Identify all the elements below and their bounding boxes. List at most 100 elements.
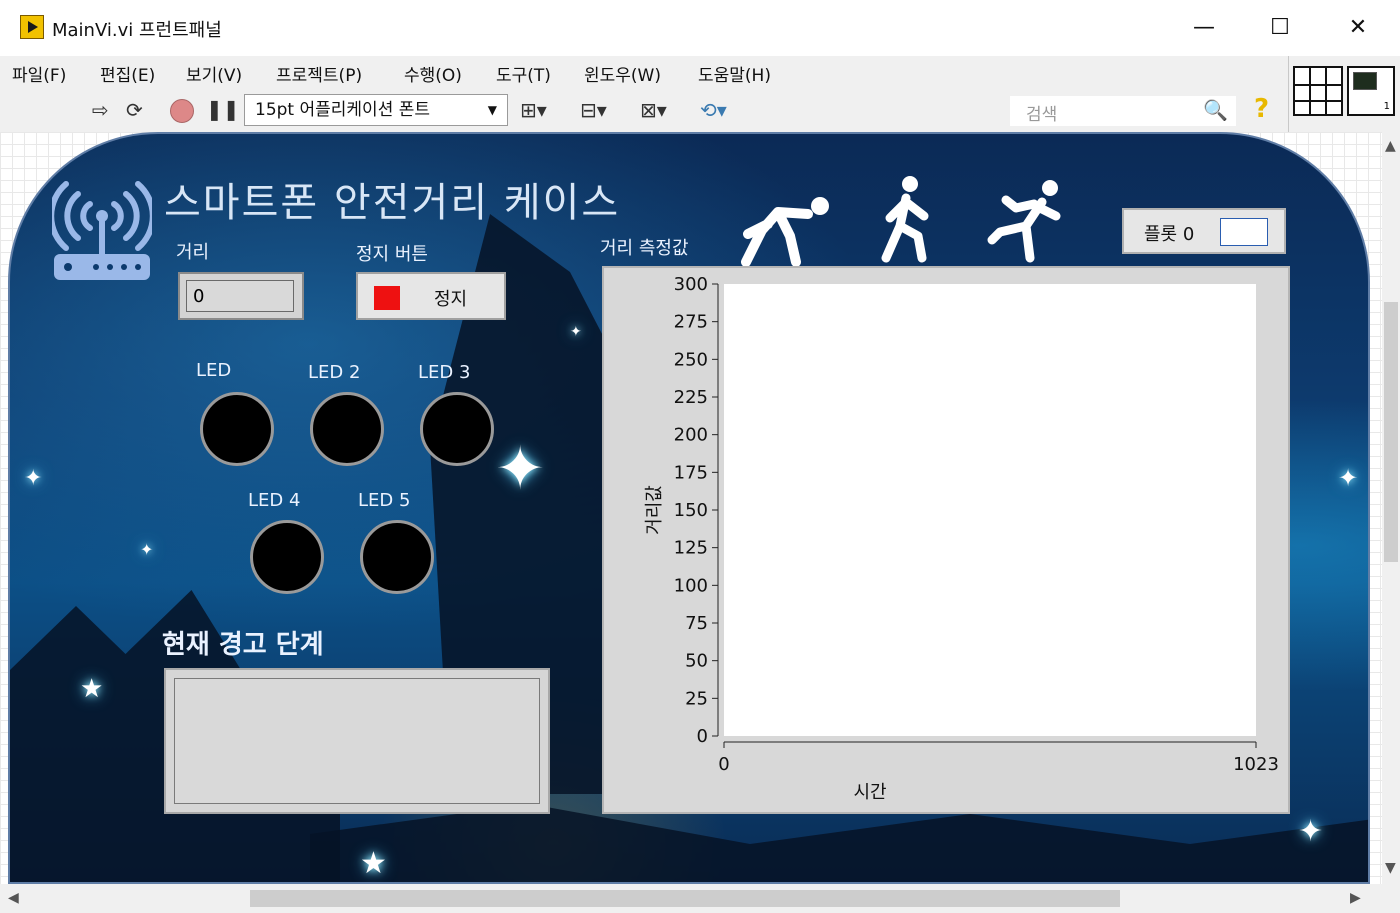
graph-label: 거리 측정값 [600,238,689,259]
star-icon: ✦ [24,466,43,491]
star-icon: ★ [360,846,387,881]
chart-y-tick-label: 175 [674,462,708,483]
led-label: LED 5 [358,490,411,511]
chart-x-label: 시간 [853,782,886,803]
chart-y-tick-label: 0 [697,726,708,747]
chart-y-tick-label: 250 [674,349,708,370]
led-3[interactable] [420,392,494,466]
connector-pane-icon[interactable] [1293,66,1343,116]
front-panel-canvas: ✦ ★ ★ ✦ ✦ ✦ ✦ ✦ 스마트폰 안전거리 케이스 거리 0 정지 버튼 [0,132,1382,884]
run-continuously-icon[interactable]: ⟳ [126,98,143,122]
chart-y-tick-label: 25 [685,688,708,709]
font-select[interactable]: 15pt 어플리케이션 폰트 ▼ [244,94,508,126]
wifi-router-icon [52,181,152,280]
led-label: LED 3 [418,362,471,383]
stop-indicator-icon [374,286,400,310]
distance-chart[interactable]: 300 275 250 225 200 175 150 125 100 75 50 25 0 0 1023 시… [602,266,1290,814]
menu-view[interactable]: 보기(V) [186,61,242,86]
chart-y-label: 거리값 [644,485,665,535]
resize-grip-icon[interactable] [1382,884,1400,913]
led-1[interactable] [200,392,274,466]
distribute-objects-icon[interactable]: ⊟▾ [580,98,607,122]
close-button[interactable]: ✕ [1338,10,1378,46]
star-icon: ✦ [140,540,154,559]
plot-legend-name: 플롯 0 [1144,224,1195,245]
abort-icon[interactable] [170,99,194,123]
menu-project[interactable]: 프로젝트(P) [276,61,362,86]
walking-person-icon [881,176,929,263]
running-person-icon [987,180,1061,263]
scroll-down-icon[interactable]: ▼ [1385,860,1396,876]
scroll-left-icon[interactable]: ◀ [8,890,19,906]
distance-indicator: 0 [178,272,304,320]
vi-icon[interactable]: 1 [1347,66,1395,116]
decorated-panel: ✦ ★ ★ ✦ ✦ ✦ ✦ ✦ 스마트폰 안전거리 케이스 거리 0 정지 버튼 [8,132,1370,884]
star-icon: ★ [80,674,104,704]
horizontal-scrollbar[interactable]: ◀ ▶ [0,884,1382,913]
pause-icon[interactable]: ❚❚ [206,97,240,121]
distance-label: 거리 [176,242,210,263]
plot-legend[interactable]: 플롯 0 [1122,208,1286,254]
vi-icon-number: 1 [1383,101,1390,112]
scroll-up-icon[interactable]: ▲ [1385,138,1396,154]
vertical-scrollbar[interactable]: ▲ ▼ [1382,132,1400,884]
title-bar: MainVi.vi 프런트패널 — ☐ ✕ [0,0,1400,56]
led-2[interactable] [310,392,384,466]
chart-x-tick-label: 0 [718,754,729,775]
menu-operate[interactable]: 수행(O) [404,61,462,86]
chevron-down-icon: ▼ [487,103,497,117]
align-objects-icon[interactable]: ⊞▾ [520,98,547,122]
chart-y-tick-label: 75 [685,613,708,634]
chart-y-tick-label: 300 [674,274,708,295]
search-icon[interactable]: 🔍 [1203,98,1228,122]
star-icon: ✦ [1338,464,1359,492]
warning-level-indicator [164,668,550,814]
search-input[interactable]: 검색 [1026,100,1057,125]
chart-y-tick-label: 50 [685,651,708,672]
menu-bar: 파일(F) 편집(E) 보기(V) 프로젝트(P) 수행(O) 도구(T) 윈도… [0,56,1288,90]
panel-title: 스마트폰 안전거리 케이스 [164,180,621,226]
vi-icon-screen [1353,72,1377,90]
reorder-icon[interactable]: ⟲▾ [700,98,727,122]
run-arrow-icon[interactable]: ⇨ [92,98,109,122]
chart-plot-area [724,284,1256,736]
plot-line-style-icon [1220,218,1268,246]
menu-window[interactable]: 윈도우(W) [584,61,661,86]
crouching-person-icon [741,197,829,266]
menu-tools[interactable]: 도구(T) [496,61,551,86]
led-label: LED [196,360,232,381]
chart-y-tick-label: 100 [674,575,708,596]
horizontal-scroll-thumb[interactable] [250,890,1120,907]
stop-button[interactable]: 정지 [356,272,506,320]
led-5[interactable] [360,520,434,594]
menu-help[interactable]: 도움말(H) [698,61,771,86]
stop-button-label: 정지 버튼 [356,244,428,265]
distance-value: 0 [186,280,294,312]
chart-y-tick-label: 125 [674,538,708,559]
menu-edit[interactable]: 편집(E) [100,61,155,86]
star-icon: ✦ [1298,814,1324,849]
menu-file[interactable]: 파일(F) [12,61,66,86]
warning-level-value [174,678,540,804]
led-4[interactable] [250,520,324,594]
vertical-scroll-thumb[interactable] [1384,302,1398,562]
led-label: LED 4 [248,490,301,511]
stop-button-text: 정지 [434,289,468,310]
chart-y-tick-label: 150 [674,500,708,521]
chart-y-tick-label: 275 [674,312,708,333]
star-icon: ✦ [495,434,546,504]
labview-app-icon [20,15,44,39]
help-icon[interactable]: ? [1254,94,1269,124]
vi-icon-panel: 1 [1288,56,1400,132]
search-box[interactable]: 검색 🔍 [1010,96,1236,126]
toolbar: ⇨ ⟳ ❚❚ 15pt 어플리케이션 폰트 ▼ ⊞▾ ⊟▾ ⊠▾ ⟲▾ 검색 🔍… [0,90,1288,133]
maximize-button[interactable]: ☐ [1260,10,1300,46]
scroll-right-icon[interactable]: ▶ [1350,890,1361,906]
resize-objects-icon[interactable]: ⊠▾ [640,98,667,122]
chart-x-tick-label: 1023 [1233,754,1279,775]
chart-y-tick-label: 200 [674,425,708,446]
minimize-button[interactable]: — [1184,10,1224,46]
font-select-value: 15pt 어플리케이션 폰트 [255,100,431,120]
warning-level-label: 현재 경고 단계 [162,630,324,660]
chart-y-tick-label: 225 [674,387,708,408]
